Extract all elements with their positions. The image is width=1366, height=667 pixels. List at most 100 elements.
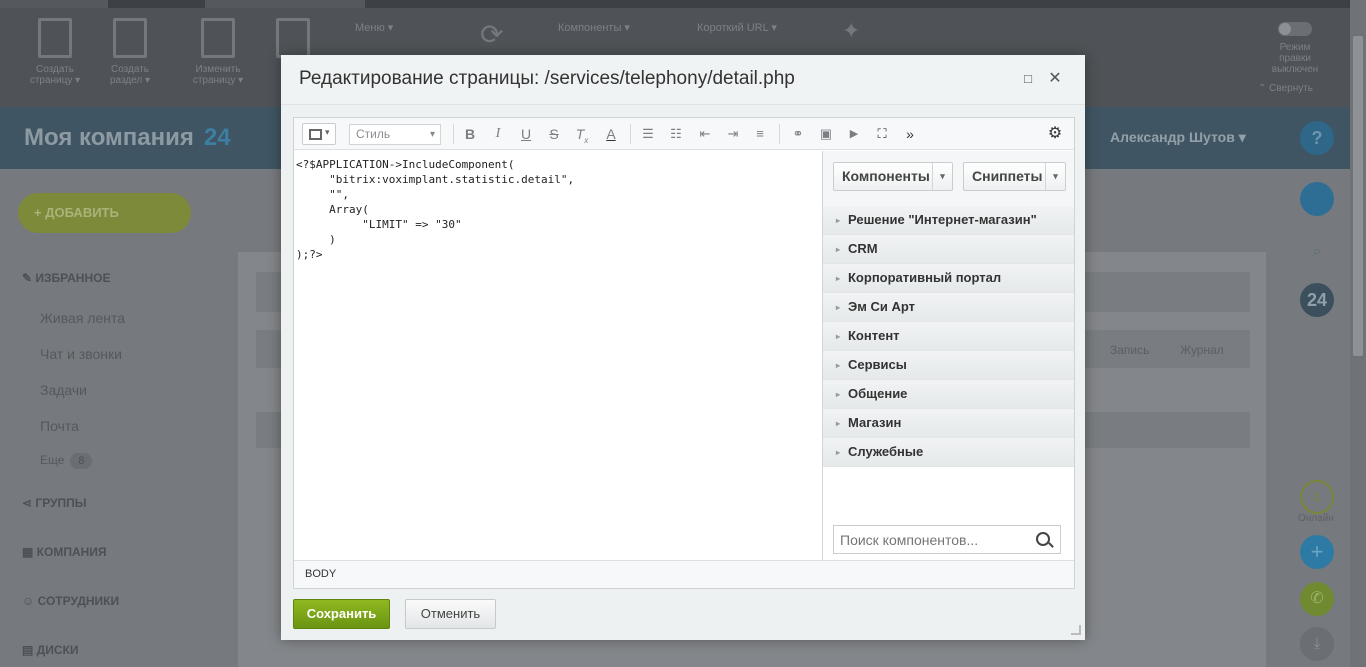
component-group-item[interactable]: ▸ Сервисы [823, 351, 1074, 380]
collapse-toolbar-link[interactable]: ⌃ Свернуть [1258, 83, 1313, 94]
download-icon[interactable]: ⤓ [1300, 627, 1334, 661]
image-icon[interactable]: ▣ [815, 124, 837, 144]
admin-tabstrip [0, 0, 1350, 8]
left-menu-item[interactable]: Чат и звонки [40, 346, 122, 362]
video-icon[interactable]: ▶ [843, 124, 865, 144]
indent-icon[interactable]: ⇥ [722, 124, 744, 144]
code-view-icon [309, 129, 322, 140]
magic-wand-icon[interactable]: ✦ [842, 18, 860, 44]
clear-format-icon[interactable]: Tx [571, 124, 593, 145]
left-menu-item[interactable]: Почта [40, 418, 79, 434]
components-panel: Компоненты ▾ Сниппеты ▾ ▸ Решение "Интерн… [822, 151, 1074, 560]
search-icon[interactable]: ⌕ [1300, 235, 1334, 269]
triangle-right-icon: ▸ [836, 332, 841, 341]
strikethrough-icon[interactable]: S [543, 124, 565, 144]
online-counter[interactable]: 1 [1300, 480, 1334, 514]
component-group-item[interactable]: ▸ Общение [823, 380, 1074, 409]
dialog-title: Редактирование страницы: /services/telep… [299, 68, 795, 89]
plus-icon[interactable]: + [1300, 535, 1334, 569]
triangle-right-icon: ▸ [836, 245, 841, 254]
components-menu[interactable]: Компоненты ▾ [558, 21, 630, 34]
new-folder-icon [113, 18, 147, 58]
component-group-item[interactable]: ▸ Решение "Интернет-магазин" [823, 206, 1074, 235]
edit-folder-icon [276, 18, 310, 58]
component-group-item[interactable]: ▸ Служебные [823, 438, 1074, 467]
create-page-button[interactable]: Создать страницу ▾ [20, 18, 90, 86]
triangle-right-icon: ▸ [836, 390, 841, 399]
scrollbar-thumb[interactable] [1353, 36, 1363, 356]
maximize-icon[interactable]: □ [1020, 71, 1036, 87]
phone-icon[interactable]: ✆ [1300, 582, 1334, 616]
code-editor[interactable]: <?$APPLICATION->IncludeComponent( "bitri… [294, 151, 822, 560]
favorites-section[interactable]: ✎ ИЗБРАННОЕ [22, 271, 110, 285]
component-groups-list: ▸ Решение "Интернет-магазин" ▸ CRM ▸ Корпор… [823, 206, 1074, 467]
text-color-icon[interactable]: A [600, 124, 622, 144]
add-button[interactable]: + ДОБАВИТЬ [18, 193, 191, 233]
triangle-right-icon: ▸ [836, 303, 841, 312]
dialog-body: ▾ Стиль B I U S Tx A ☰ ☷ ⇤ ⇥ ≡ ⚭ ▣ ▶ [281, 105, 1085, 640]
triangle-right-icon: ▸ [836, 361, 841, 370]
unordered-list-icon[interactable]: ☷ [665, 124, 687, 144]
bitrix24-badge[interactable]: 24 [1300, 283, 1334, 317]
company-section[interactable]: ▦ КОМПАНИЯ [22, 545, 107, 559]
chevron-down-icon[interactable]: ▾ [932, 163, 952, 190]
chevron-down-icon[interactable]: ▾ [1045, 163, 1065, 190]
edit-page-button[interactable]: Изменить страницу ▾ [183, 18, 253, 86]
notifications-icon[interactable] [1300, 182, 1334, 216]
settings-gear-icon[interactable]: ⚙ [1044, 124, 1066, 144]
chevron-down-icon: ▾ [325, 127, 330, 137]
component-group-item[interactable]: ▸ Контент [823, 322, 1074, 351]
component-group-item[interactable]: ▸ Эм Си Арт [823, 293, 1074, 322]
view-mode-button[interactable]: ▾ [302, 123, 336, 145]
triangle-right-icon: ▸ [836, 448, 841, 457]
page-scrollbar[interactable] [1350, 0, 1366, 667]
underline-icon[interactable]: U [515, 124, 537, 144]
short-url-menu[interactable]: Короткий URL ▾ [697, 21, 777, 34]
align-icon[interactable]: ≡ [749, 124, 771, 144]
style-select[interactable]: Стиль [349, 124, 441, 145]
menu-dropdown[interactable]: Меню ▾ [355, 21, 393, 34]
more-tools-icon[interactable]: » [899, 124, 921, 144]
online-label: Онлайн [1298, 513, 1334, 524]
element-path-bar[interactable]: BODY [294, 560, 1074, 588]
outdent-icon[interactable]: ⇤ [694, 124, 716, 144]
triangle-right-icon: ▸ [836, 216, 841, 225]
components-dropdown[interactable]: Компоненты ▾ [833, 162, 953, 191]
cancel-button[interactable]: Отменить [405, 599, 496, 629]
create-section-button[interactable]: Создать раздел ▾ [95, 18, 165, 86]
italic-icon[interactable]: I [487, 124, 509, 144]
more-link[interactable]: Еще 8 [40, 453, 93, 469]
dialog-header[interactable]: Редактирование страницы: /services/telep… [281, 55, 1085, 105]
tab-journal[interactable]: Журнал [1180, 343, 1224, 357]
toggle-switch[interactable] [1278, 22, 1312, 36]
components-panel-header: Компоненты ▾ Сниппеты ▾ [823, 151, 1074, 206]
resize-handle[interactable] [1071, 625, 1081, 635]
edit-mode-toggle[interactable]: Режим правки выключен [1270, 22, 1320, 75]
component-search-input[interactable] [833, 525, 1061, 554]
left-menu-item[interactable]: Живая лента [40, 310, 125, 326]
component-group-item[interactable]: ▸ Корпоративный портал [823, 264, 1074, 293]
ordered-list-icon[interactable]: ☰ [637, 124, 659, 144]
bold-icon[interactable]: B [459, 124, 481, 144]
help-button[interactable]: ? [1300, 121, 1334, 155]
disks-section[interactable]: ▤ ДИСКИ [22, 643, 78, 657]
edit-page-icon [201, 18, 235, 58]
component-group-item[interactable]: ▸ Магазин [823, 409, 1074, 438]
snippets-dropdown[interactable]: Сниппеты ▾ [963, 162, 1066, 191]
component-group-item[interactable]: ▸ CRM [823, 235, 1074, 264]
close-icon[interactable]: ✕ [1047, 71, 1063, 87]
fullscreen-icon[interactable]: ⛶ [871, 124, 893, 144]
employees-section[interactable]: ☺ СОТРУДНИКИ [22, 594, 119, 608]
html-editor: ▾ Стиль B I U S Tx A ☰ ☷ ⇤ ⇥ ≡ ⚭ ▣ ▶ [293, 117, 1075, 589]
refresh-icon[interactable]: ⟳ [480, 18, 503, 51]
save-button[interactable]: Сохранить [293, 599, 390, 629]
company-logo[interactable]: Моя компания 24 [24, 124, 231, 152]
left-menu-item[interactable]: Задачи [40, 382, 87, 398]
editor-toolbar: ▾ Стиль B I U S Tx A ☰ ☷ ⇤ ⇥ ≡ ⚭ ▣ ▶ [294, 118, 1074, 150]
link-icon[interactable]: ⚭ [787, 124, 809, 144]
tab-record[interactable]: Запись [1110, 343, 1149, 357]
groups-section[interactable]: ⋖ ГРУППЫ [22, 496, 87, 510]
edit-page-dialog: Редактирование страницы: /services/telep… [281, 55, 1085, 640]
user-menu[interactable]: Александр Шутов ▾ [1110, 129, 1246, 146]
search-icon[interactable] [1036, 532, 1050, 546]
